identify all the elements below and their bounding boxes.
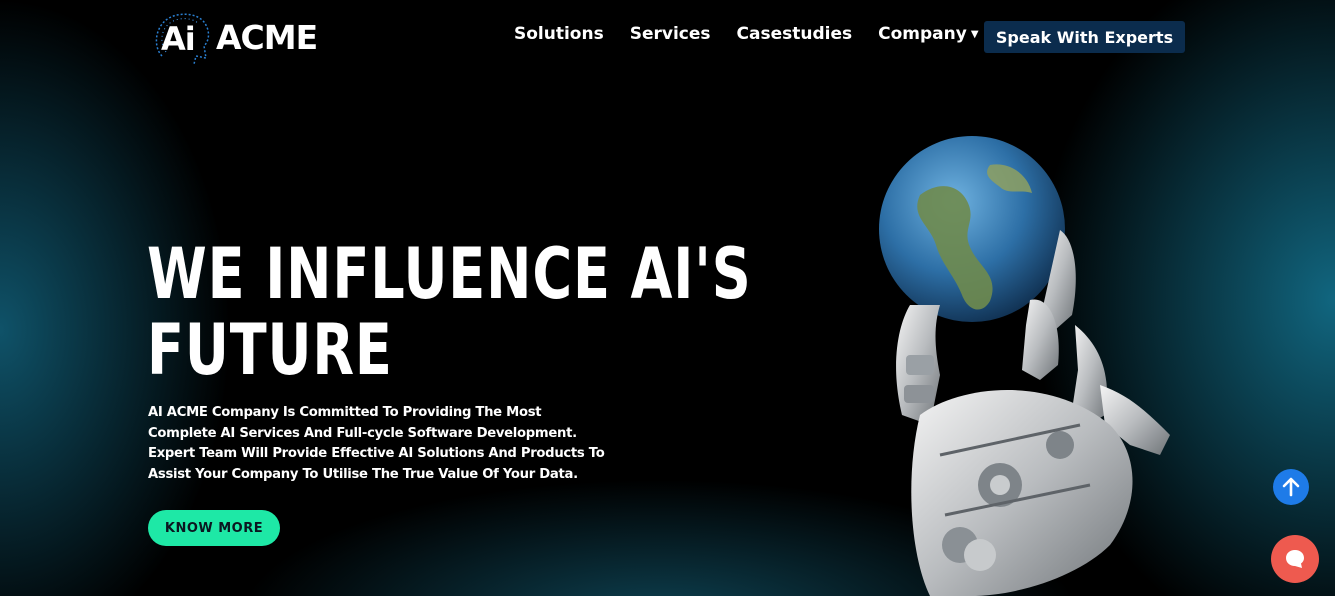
arrow-up-icon — [1282, 477, 1300, 497]
nav-company-label: Company — [878, 24, 967, 44]
hero-title-line2: FUTURE — [147, 309, 393, 391]
hero-title: WE INFLUENCE AI'S FUTURE — [147, 236, 752, 388]
nav-casestudies[interactable]: Casestudies — [737, 24, 853, 44]
scroll-to-top-button[interactable] — [1273, 469, 1309, 505]
nav-services[interactable]: Services — [630, 24, 711, 44]
logo-mark-text: Ai — [161, 20, 196, 58]
logo-mark: Ai — [152, 8, 212, 66]
speak-with-experts-button[interactable]: Speak With Experts — [984, 21, 1185, 53]
nav-company-dropdown[interactable]: Company ▼ — [878, 24, 978, 44]
hero-title-line1: WE INFLUENCE AI'S — [147, 233, 752, 315]
chat-bubble-icon — [1286, 550, 1304, 568]
chat-widget-button[interactable] — [1271, 535, 1319, 583]
nav-solutions[interactable]: Solutions — [514, 24, 604, 44]
hero-description: AI ACME Company Is Committed To Providin… — [148, 405, 605, 482]
know-more-button[interactable]: KNOW MORE — [148, 510, 280, 546]
caret-down-icon: ▼ — [970, 29, 979, 40]
logo[interactable]: Ai ACME — [152, 8, 332, 66]
robot-hand-holding-globe-icon — [879, 136, 1170, 596]
logo-text: ACME — [216, 17, 318, 57]
main-nav: Solutions Services Casestudies Company ▼ — [514, 24, 1005, 44]
